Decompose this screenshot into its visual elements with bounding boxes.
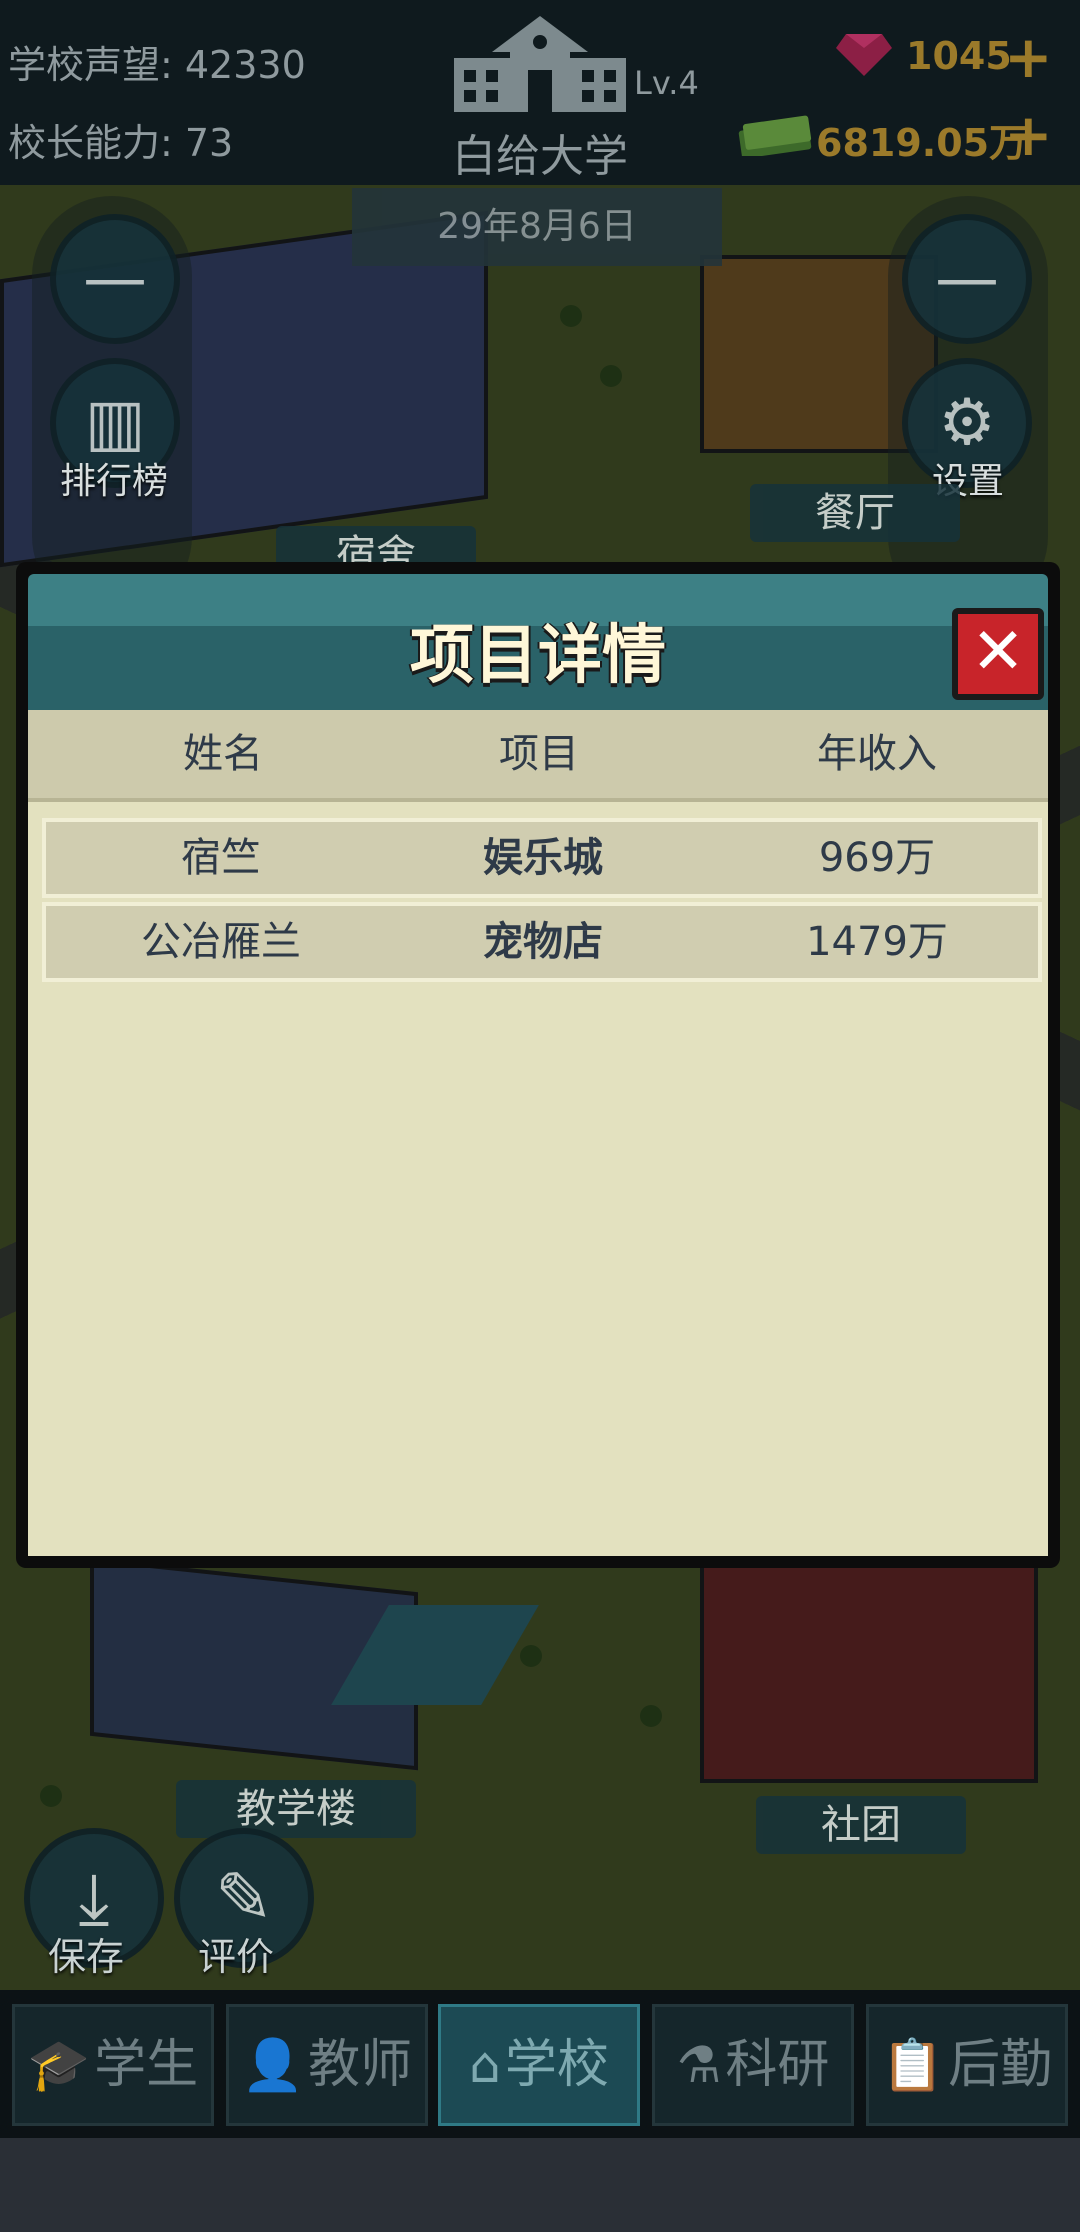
- project-details-dialog: 项目详情 ✕ 姓名 项目 年收入 宿竺 娱乐城 969万 公冶雁兰 宠物店 14…: [16, 562, 1060, 1568]
- column-header-project: 项目: [499, 731, 579, 777]
- school-name: 白给大学: [452, 131, 628, 182]
- dialog-title: 项目详情: [410, 619, 666, 693]
- school-icon: ⌂: [469, 2036, 501, 2094]
- clipboard-icon: 📋: [881, 2036, 945, 2094]
- teacher-icon: 👤: [241, 2036, 305, 2094]
- tab-students[interactable]: 🎓学生: [12, 2004, 214, 2126]
- student-icon: 🎓: [27, 2036, 91, 2094]
- tab-label: 教师: [308, 2035, 413, 2095]
- tab-teachers[interactable]: 👤教师: [226, 2004, 428, 2126]
- teaching-building-label[interactable]: 教学楼: [176, 1780, 416, 1838]
- row-name: 宿竺: [181, 835, 261, 881]
- review-label: 评价: [198, 1935, 275, 1979]
- collapse-right-button[interactable]: —: [902, 214, 1032, 344]
- ranking-label: 排行榜: [59, 461, 168, 502]
- collapse-left-button[interactable]: —: [50, 214, 180, 344]
- tab-label: 学生: [94, 2035, 199, 2095]
- gear-icon: ⚙: [938, 386, 996, 460]
- money-icon: [738, 115, 812, 156]
- row-income: 1479万: [806, 919, 948, 965]
- gem-count: 1045: [906, 34, 1012, 78]
- row-name: 公冶雁兰: [141, 919, 301, 965]
- bar-chart-icon: ▥: [84, 386, 146, 460]
- canteen-label[interactable]: 餐厅: [750, 484, 960, 542]
- bottom-tab-bar: 🎓学生 👤教师 ⌂学校 ⚗科研 📋后勤: [0, 1990, 1080, 2138]
- minus-icon: —: [935, 242, 999, 316]
- dialog-body: 姓名 项目 年收入 宿竺 娱乐城 969万 公冶雁兰 宠物店 1479万: [28, 710, 1048, 1556]
- tab-label: 学校: [504, 2035, 609, 2095]
- tab-label: 科研: [725, 2035, 830, 2095]
- top-status-bar: 学校声望: 42330 校长能力: 73 Lv.4 白给大学 1045 + 68…: [0, 0, 1080, 185]
- tab-research[interactable]: ⚗科研: [652, 2004, 854, 2126]
- column-header-name: 姓名: [183, 731, 263, 777]
- gem-icon: [836, 34, 892, 76]
- close-icon: ✕: [971, 615, 1025, 689]
- column-header-income: 年收入: [817, 731, 937, 777]
- save-label: 保存: [48, 1935, 125, 1979]
- principal-ability: 校长能力: 73: [8, 121, 234, 165]
- add-money-button[interactable]: +: [1004, 106, 1053, 164]
- school-building-icon: [454, 16, 626, 112]
- dialog-header: 项目详情 ✕: [28, 574, 1048, 722]
- tab-logistics[interactable]: 📋后勤: [866, 2004, 1068, 2126]
- game-date: 29年8月6日: [352, 188, 722, 266]
- row-project: 娱乐城: [483, 835, 603, 881]
- table-row[interactable]: 公冶雁兰 宠物店 1479万: [42, 902, 1042, 982]
- tab-label: 后勤: [948, 2035, 1053, 2095]
- flask-icon: ⚗: [676, 2036, 722, 2094]
- add-gems-button[interactable]: +: [1004, 28, 1053, 86]
- tab-school[interactable]: ⌂学校: [438, 2004, 640, 2126]
- system-nav-area: [0, 2138, 1080, 2232]
- row-income: 969万: [818, 835, 936, 881]
- club-label[interactable]: 社团: [756, 1796, 966, 1854]
- school-level: Lv.4: [634, 64, 699, 102]
- money-amount: 6819.05万: [816, 121, 1028, 165]
- table-row[interactable]: 宿竺 娱乐城 969万: [42, 818, 1042, 898]
- table-header: 姓名 项目 年收入: [28, 710, 1048, 802]
- row-project: 宠物店: [483, 919, 603, 965]
- school-reputation: 学校声望: 42330: [8, 43, 306, 87]
- minus-icon: —: [83, 242, 147, 316]
- close-button[interactable]: ✕: [952, 608, 1044, 700]
